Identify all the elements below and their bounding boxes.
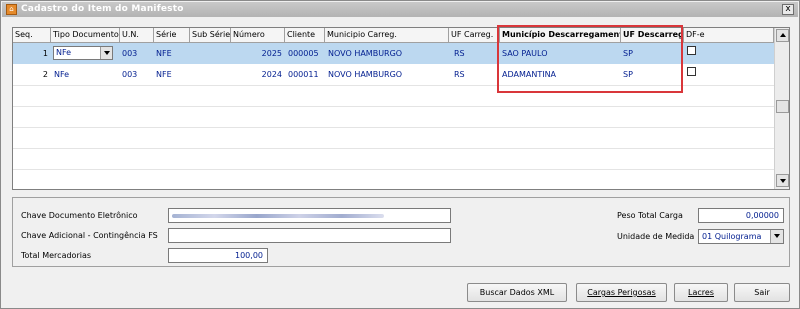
arrow-down-icon [780, 179, 786, 183]
manifest-item-window: ⌂ Cadastro do Item do Manifesto x Seq. T… [0, 0, 800, 309]
col-header-municipio-carreg[interactable]: Municipio Carreg. [325, 28, 449, 43]
cell-uf-carreg: RS [454, 49, 465, 58]
grid-divider [13, 169, 774, 170]
cell-cliente: 000005 [288, 49, 319, 58]
scroll-down-button[interactable] [776, 174, 789, 187]
cell-serie: NFE [156, 49, 172, 58]
chevron-down-icon[interactable] [100, 47, 112, 59]
close-button[interactable]: x [782, 4, 794, 15]
sair-button[interactable]: Sair [734, 283, 790, 302]
descarregamento-highlight [497, 25, 683, 93]
chave-adicional-field[interactable] [168, 228, 451, 243]
arrow-up-icon [780, 33, 786, 37]
col-header-cliente[interactable]: Cliente [285, 28, 325, 43]
scroll-thumb[interactable] [776, 100, 789, 113]
cargas-perigosas-button[interactable]: Cargas Perigosas [576, 283, 667, 302]
col-header-seq[interactable]: Seq. [13, 28, 51, 43]
col-header-tipo-documento[interactable]: Tipo Documento [51, 28, 120, 43]
col-header-serie[interactable]: Série [154, 28, 190, 43]
unidade-medida-label: Unidade de Medida [617, 232, 695, 241]
cell-sub-serie [192, 43, 229, 64]
col-header-dfe[interactable]: DF-e [684, 28, 774, 43]
window-title: Cadastro do Item do Manifesto [21, 4, 184, 14]
cell-municipio-carreg: NOVO HAMBURGO [328, 49, 403, 58]
chevron-down-icon[interactable] [770, 230, 783, 243]
chave-adicional-label: Chave Adicional - Contingência FS [21, 231, 158, 240]
cell-sub-serie [192, 64, 229, 85]
cell-cliente: 000011 [288, 70, 319, 79]
col-header-sub-serie[interactable]: Sub Série [190, 28, 231, 43]
grid-divider [13, 127, 774, 128]
peso-total-field[interactable]: 0,00000 [698, 208, 784, 223]
scroll-up-button[interactable] [776, 29, 789, 42]
tipo-documento-value: NFe [56, 48, 72, 57]
chave-documento-field[interactable] [168, 208, 451, 223]
cell-un: 003 [122, 49, 138, 58]
cell-seq: 2 [42, 70, 48, 79]
chave-documento-label: Chave Documento Eletrônico [21, 211, 138, 220]
total-mercadorias-value: 100,00 [235, 251, 263, 260]
cell-numero: 2025 [261, 49, 282, 58]
col-header-uf-carreg[interactable]: UF Carreg. [449, 28, 500, 43]
buscar-dados-xml-button[interactable]: Buscar Dados XML [467, 283, 567, 302]
vertical-scrollbar[interactable] [774, 28, 789, 189]
total-mercadorias-label: Total Mercadorias [21, 251, 92, 260]
peso-total-label: Peso Total Carga [617, 211, 683, 220]
redacted-key [172, 214, 384, 218]
cell-un: 003 [122, 70, 138, 79]
app-house-icon: ⌂ [6, 4, 17, 15]
details-panel: Chave Documento Eletrônico Chave Adicion… [12, 197, 790, 267]
cell-uf-carreg: RS [454, 70, 465, 79]
cell-tipo-documento: NFe [54, 70, 70, 79]
cell-numero: 2024 [261, 70, 282, 79]
dfe-checkbox[interactable] [687, 67, 696, 76]
unidade-medida-select[interactable]: 01 Quilograma [698, 229, 784, 244]
col-header-un[interactable]: U.N. [120, 28, 154, 43]
cell-serie: NFE [156, 70, 172, 79]
col-header-numero[interactable]: Número [231, 28, 285, 43]
cell-seq: 1 [42, 49, 48, 58]
lacres-button[interactable]: Lacres [674, 283, 728, 302]
grid-divider [13, 148, 774, 149]
tipo-documento-dropdown[interactable]: NFe [53, 46, 113, 60]
unidade-medida-value: 01 Quilograma [702, 232, 762, 241]
peso-total-value: 0,00000 [745, 211, 779, 220]
cell-municipio-carreg: NOVO HAMBURGO [328, 70, 403, 79]
grid-divider [13, 106, 774, 107]
total-mercadorias-field[interactable]: 100,00 [168, 248, 268, 263]
dfe-checkbox[interactable] [687, 46, 696, 55]
title-bar: ⌂ Cadastro do Item do Manifesto x [2, 2, 798, 17]
